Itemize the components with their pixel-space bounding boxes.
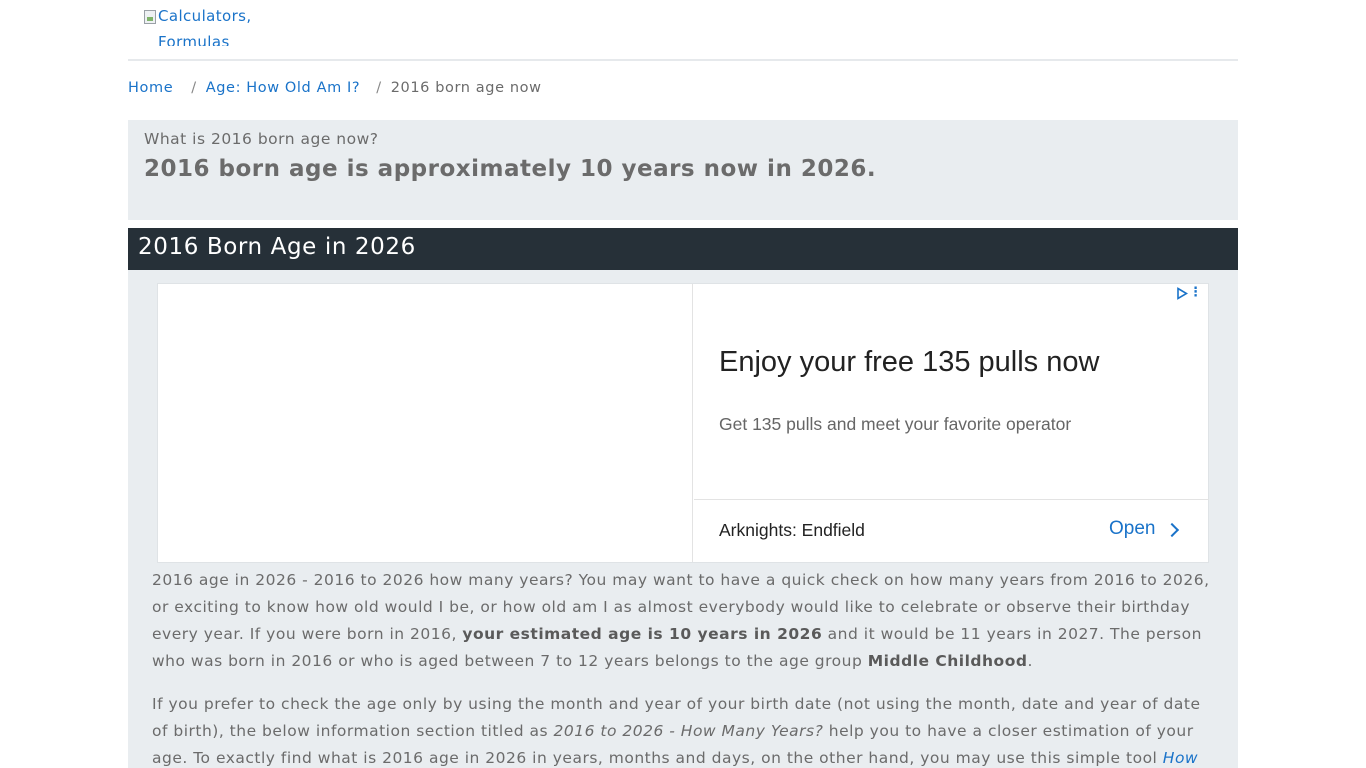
chevron-right-icon	[1165, 522, 1180, 537]
age-group-highlight: Middle Childhood	[867, 652, 1028, 670]
age-tool-link[interactable]: How	[1163, 749, 1198, 767]
answer-text: 2016 born age is approximately 10 years …	[144, 156, 877, 182]
site-header: Calculators, Formulas and	[128, 0, 1238, 61]
explanation-paragraph: If you prefer to check the age only by u…	[152, 691, 1212, 768]
advertisement[interactable]: ⋮ Enjoy your free 135 pulls now Get 135 …	[157, 283, 1209, 563]
broken-image-icon	[144, 10, 156, 24]
estimated-age-highlight: your estimated age is 10 years in 2026	[462, 625, 823, 643]
logo-alt-text: Calculators, Formulas and	[158, 8, 252, 46]
section-reference: 2016 to 2026 - How Many Years?	[553, 722, 824, 740]
ad-open-button[interactable]: Open	[1109, 518, 1180, 540]
breadcrumb-age-link[interactable]: Age: How Old Am I?	[206, 80, 360, 96]
ad-divider	[694, 499, 1209, 500]
ad-advertiser[interactable]: Arknights: Endfield	[719, 520, 865, 541]
ad-open-label: Open	[1109, 518, 1156, 539]
breadcrumb-separator: /	[191, 80, 197, 96]
intro-paragraph: 2016 age in 2026 - 2016 to 2026 how many…	[152, 567, 1212, 675]
answer-question: What is 2016 born age now?	[144, 130, 379, 148]
breadcrumb: Home / Age: How Old Am I? / 2016 born ag…	[128, 80, 542, 96]
answer-box: What is 2016 born age now? 2016 born age…	[128, 120, 1238, 220]
breadcrumb-separator: /	[376, 80, 382, 96]
adchoices-icon[interactable]	[1176, 287, 1189, 303]
more-vert-icon[interactable]: ⋮	[1189, 285, 1202, 301]
ad-headline[interactable]: Enjoy your free 135 pulls now	[719, 346, 1099, 379]
ad-image-area[interactable]	[158, 284, 693, 562]
breadcrumb-home-link[interactable]: Home	[128, 80, 173, 96]
content-panel: ⋮ Enjoy your free 135 pulls now Get 135 …	[128, 270, 1238, 768]
section-title: 2016 Born Age in 2026	[128, 228, 1238, 270]
site-logo[interactable]: Calculators, Formulas and	[144, 8, 256, 46]
breadcrumb-current: 2016 born age now	[390, 80, 542, 96]
paragraph-text: .	[1027, 652, 1033, 670]
ad-description[interactable]: Get 135 pulls and meet your favorite ope…	[719, 414, 1071, 435]
